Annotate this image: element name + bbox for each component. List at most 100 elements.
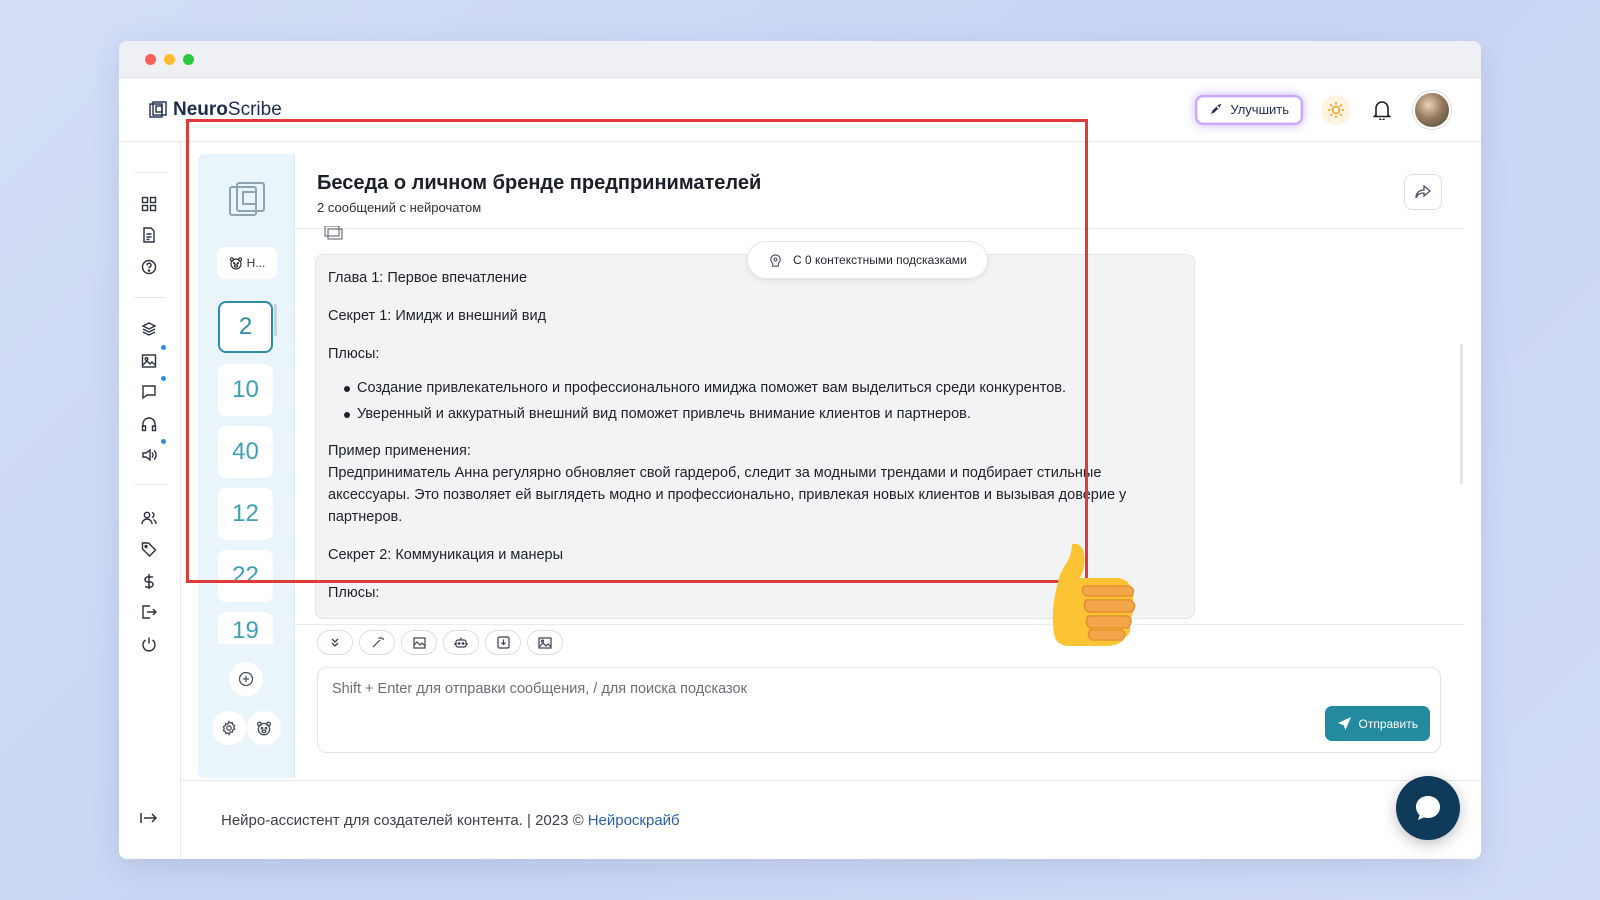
thread-count: 2 [238,313,253,340]
support-chat-button[interactable] [1396,776,1460,840]
nav-layers-icon[interactable] [140,320,158,338]
nav-divider [134,484,166,485]
message-avatar-icon [324,226,343,240]
nav-divider [134,297,166,298]
nav-power-icon[interactable] [140,635,158,653]
bear-icon [256,721,272,736]
theme-toggle-button[interactable] [1321,94,1351,125]
context-hints-label: С 0 контекстными подсказками [793,253,967,267]
minimize-window-button[interactable] [164,53,175,65]
thread-scrollbar[interactable] [274,304,277,336]
send-button[interactable]: Отправить [1325,706,1430,741]
collapse-tool-button[interactable] [317,630,353,655]
plus-circle-icon [238,671,254,687]
message-paragraph: Плюсы: [328,346,380,362]
chat-scrollbar[interactable] [1460,344,1463,484]
thread-count: 40 [232,438,259,465]
message-input[interactable]: Shift + Enter для отправки сообщения, / … [317,667,1441,753]
image-frame-icon [412,636,426,649]
app-window: NeuroScribe Улучшить Н... 2 10 40 12 22 … [119,41,1481,859]
image-tool-button[interactable] [401,630,437,655]
maximize-window-button[interactable] [183,53,194,65]
add-thread-button[interactable] [229,662,263,696]
settings-button[interactable] [212,711,246,745]
footer-brand-link[interactable]: Нейроскрайб [588,812,680,829]
sun-icon [1328,101,1344,118]
composer-divider [295,624,1464,625]
thread-item[interactable]: 2 [218,301,273,353]
send-icon [1338,716,1352,731]
example-label: Пример применения: [328,443,471,459]
nav-speaker-icon[interactable] [140,446,158,464]
chat-area: Беседа о личном бренде предпринимателей … [295,154,1464,778]
user-avatar[interactable] [1413,90,1451,129]
download-tool-button[interactable] [485,630,521,655]
nav-tag-icon[interactable] [140,540,158,558]
top-header: NeuroScribe Улучшить [119,78,1481,142]
nav-pricing-icon[interactable] [140,572,158,590]
message-bullet: Уверенный и аккуратный внешний вид помож… [344,403,1182,425]
thread-count: 12 [232,500,259,527]
logo-icon [149,100,167,118]
collapse-sidebar-button[interactable] [140,811,158,830]
chat-header: Беседа о личном бренде предпринимателей … [295,154,1464,229]
gear-icon [222,720,236,736]
message-paragraph: Секрет 1: Имидж и внешний вид [328,308,547,324]
thread-filter-label: Н... [246,256,266,270]
magic-tool-button[interactable] [359,630,395,655]
download-icon [496,636,510,649]
brand-logo[interactable]: NeuroScribe [149,99,282,121]
nav-headphones-icon[interactable] [140,415,158,433]
robot-icon [454,637,468,648]
notifications-button[interactable] [1369,97,1395,123]
thread-item[interactable]: 19 [218,612,273,644]
chat-subtitle: 2 сообщений с нейрочатом [317,200,482,215]
window-titlebar [119,41,1481,78]
footer-text: Нейро-ассистент для создателей контента.… [221,811,584,829]
share-icon [1415,185,1431,199]
thread-item[interactable]: 40 [218,426,273,478]
brain-icon [770,253,781,267]
nav-image-icon[interactable] [140,352,158,370]
chat-title: Беседа о личном бренде предпринимателей [317,172,762,194]
arrow-right-bar-icon [140,813,158,823]
message-bullet: Создание привлекательного и профессионал… [344,377,1182,399]
magic-wand-icon [372,637,384,648]
example-text: Предприниматель Анна регулярно обновляет… [328,465,1127,525]
share-button[interactable] [1404,174,1442,210]
upgrade-label: Улучшить [1230,102,1289,117]
nav-help-icon[interactable] [140,258,158,276]
thread-item[interactable]: 12 [218,488,273,540]
bot-tool-button[interactable] [443,630,479,655]
gallery-tool-button[interactable] [527,630,563,655]
nav-chat-icon[interactable] [140,383,158,401]
context-hints-pill[interactable]: С 0 контекстными подсказками [747,241,988,279]
upgrade-button[interactable]: Улучшить [1195,94,1303,125]
bear-icon [229,257,242,270]
thread-count: 19 [232,617,259,644]
bell-icon [1373,100,1391,120]
thread-item[interactable]: 22 [218,550,273,602]
nav-logout-icon[interactable] [140,603,158,621]
left-navigation [119,142,181,859]
bear-button[interactable] [247,711,281,745]
brand-name-light: Scribe [227,98,282,120]
message-bullet-list: Создание привлекательного и профессионал… [344,377,1182,425]
thread-panel: Н... 2 10 40 12 22 19 [198,154,295,778]
message-input-placeholder: Shift + Enter для отправки сообщения, / … [332,681,747,697]
chevron-double-down-icon [331,638,339,647]
rocket-icon [1211,103,1222,115]
thread-count: 10 [232,376,259,403]
thread-filter-chip[interactable]: Н... [217,247,277,279]
brand-name-bold: Neuro [173,98,228,120]
nav-dashboard-icon[interactable] [140,195,158,213]
gallery-icon [538,636,552,649]
image-notification-dot [161,345,166,350]
close-window-button[interactable] [145,53,156,65]
thread-item[interactable]: 10 [218,364,273,416]
send-label: Отправить [1358,716,1418,731]
nav-document-icon[interactable] [140,226,158,244]
footer: Нейро-ассистент для создателей контента.… [181,780,1481,859]
nav-users-icon[interactable] [140,509,158,527]
chat-notification-dot [161,376,166,381]
